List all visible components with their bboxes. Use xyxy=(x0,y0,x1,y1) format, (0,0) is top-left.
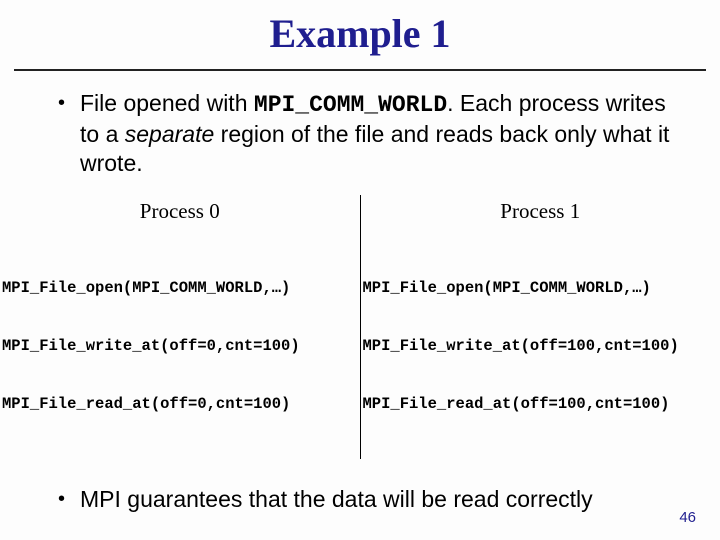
bullet-block-1: • File opened with MPI_COMM_WORLD. Each … xyxy=(0,89,720,177)
bullet-2: • MPI guarantees that the data will be r… xyxy=(58,485,678,514)
bullet-2-text: MPI guarantees that the data will be rea… xyxy=(80,485,593,514)
code-line: MPI_File_open(MPI_COMM_WORLD,…) xyxy=(2,279,358,298)
page-number: 46 xyxy=(679,509,696,526)
process-table: Process 0 Process 1 MPI_File_open(MPI_CO… xyxy=(0,195,720,459)
process-1-header: Process 1 xyxy=(363,195,719,240)
slide-title: Example 1 xyxy=(0,0,720,69)
bullet-1-text: File opened with MPI_COMM_WORLD. Each pr… xyxy=(80,89,678,177)
code-line: MPI_File_read_at(off=0,cnt=100) xyxy=(2,395,358,414)
process-0-header: Process 0 xyxy=(2,195,358,240)
bullet-1-code: MPI_COMM_WORLD xyxy=(254,92,447,118)
code-line: MPI_File_read_at(off=100,cnt=100) xyxy=(363,395,719,414)
bullet-1-italic: separate xyxy=(125,121,215,147)
code-line: MPI_File_open(MPI_COMM_WORLD,…) xyxy=(363,279,719,298)
code-line: MPI_File_write_at(off=0,cnt=100) xyxy=(2,337,358,356)
code-line: MPI_File_write_at(off=100,cnt=100) xyxy=(363,337,719,356)
bullet-block-2: • MPI guarantees that the data will be r… xyxy=(0,485,720,514)
bullet-dot: • xyxy=(58,89,80,177)
process-0-code: MPI_File_open(MPI_COMM_WORLD,…) MPI_File… xyxy=(2,240,358,459)
bullet-1-pre: File opened with xyxy=(80,90,254,116)
process-1-code: MPI_File_open(MPI_COMM_WORLD,…) MPI_File… xyxy=(363,240,719,459)
title-rule xyxy=(14,69,706,71)
bullet-dot: • xyxy=(58,485,80,514)
bullet-1: • File opened with MPI_COMM_WORLD. Each … xyxy=(58,89,678,177)
